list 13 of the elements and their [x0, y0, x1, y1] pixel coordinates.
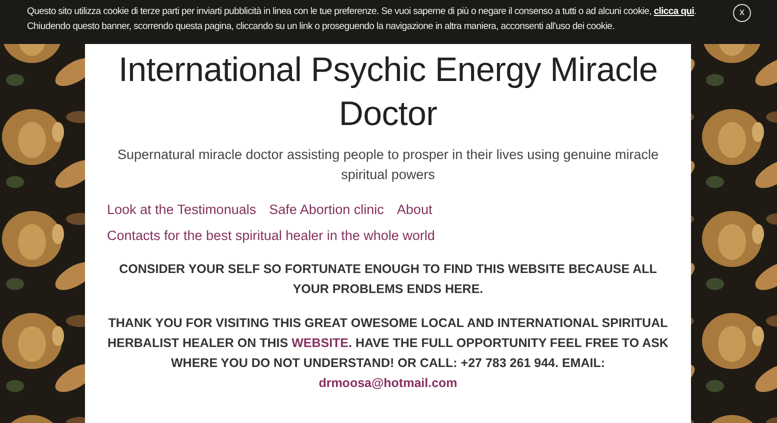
nav-link[interactable]: About	[396, 200, 432, 219]
cookie-link[interactable]: clicca qui	[654, 6, 694, 17]
nav-link[interactable]: Look at the Testimonuals	[107, 200, 256, 219]
close-button[interactable]: x	[733, 4, 751, 22]
site-title: International Psychic Energy Miracle Doctor	[117, 50, 659, 135]
nav-link[interactable]: Contacts for the best spiritual healer in the whole world	[107, 226, 435, 245]
email-link[interactable]: drmoosa@hotmail.com	[318, 376, 458, 390]
website-link[interactable]: WEBSITE	[292, 336, 349, 350]
site-tagline: Supernatural miracle doctor assisting people to prosper in their lives using genuine miracle spiritual powers	[116, 146, 660, 184]
nav-link[interactable]: Safe Abortion clinic	[269, 200, 384, 219]
contact-paragraph: THANK YOU FOR VISITING THIS GREAT OWESOME LOCAL AND INTERNATIONAL SPIRITUAL HERBALIST HEALER ON THIS WEBSITE. HAVE THE FULL OPPORTUNITY FEEL FREE TO ASK WHERE YOU DO NOT UNDERSTAND! OR CALL: +27 783 261 944. EMAIL: drmoosa@hotmail.com	[107, 315, 669, 392]
heading-text: CONSIDER YOUR SELF SO FORTUNATE ENOUGH TO FIND THIS WEBSITE BECAUSE ALL YOUR PROBLEMS ENDS HERE.	[118, 261, 658, 298]
cookie-notice: Questo sito utilizza cookie di terze parti per inviarti pubblicità in linea con le tue preferenze. Se vuoi saperne di più o negare il consenso a tutti o ad alcuni cookie, clicca qui. Chiudendo questo banner, scorrendo questa pagina, cliccando su un link o proseguendo la navigazione in altra maniera, acconsenti all'uso dei cookie.	[27, 5, 698, 34]
